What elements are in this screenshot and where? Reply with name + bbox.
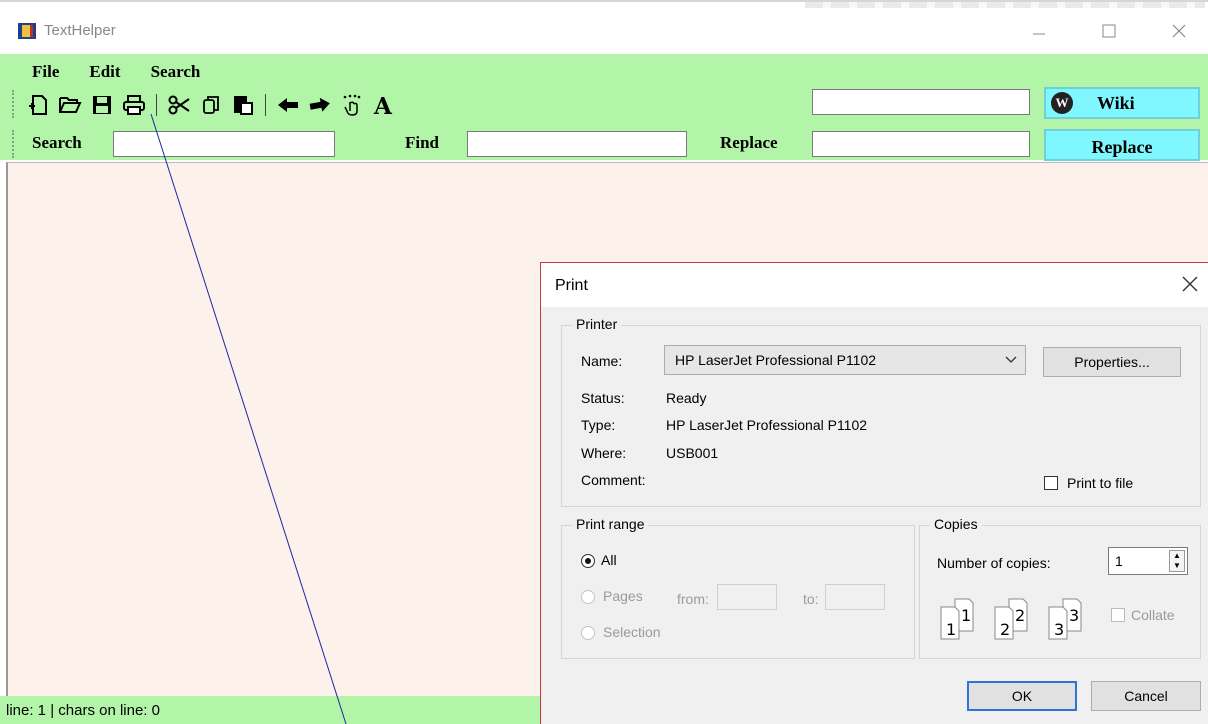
name-label: Name: — [581, 353, 623, 369]
dialog-titlebar: Print — [541, 263, 1208, 307]
close-icon — [1182, 276, 1198, 292]
paste-icon[interactable] — [231, 92, 255, 118]
app-icon — [18, 23, 36, 39]
replace-input[interactable] — [812, 131, 1030, 157]
dialog-title: Print — [555, 277, 588, 294]
where-label: Where: — [581, 445, 627, 461]
from-label: from: — [677, 591, 709, 607]
touch-icon[interactable] — [340, 92, 364, 118]
search-input[interactable] — [113, 131, 335, 157]
window-titlebar: TextHelper — [0, 8, 1208, 54]
range-pages-radio[interactable] — [581, 590, 595, 604]
wikipedia-icon: W — [1051, 92, 1073, 114]
replace-button[interactable]: Replace — [1044, 129, 1200, 161]
toolbar-separator — [156, 94, 157, 116]
searchbar-grip[interactable] — [12, 130, 17, 158]
icon-toolbar: A — [26, 90, 396, 120]
type-label: Type: — [581, 417, 616, 433]
range-all-label: All — [601, 552, 617, 568]
page-pair-3: 3 3 — [1048, 598, 1082, 640]
range-pages-label: Pages — [603, 588, 643, 604]
svg-text:2: 2 — [1015, 606, 1025, 625]
find-label: Find — [405, 133, 440, 152]
ok-button[interactable]: OK — [967, 681, 1077, 711]
redo-icon[interactable] — [308, 92, 332, 118]
menu-bar: File Edit Search — [32, 62, 200, 82]
page-pair-2: 2 2 — [994, 598, 1028, 640]
copies-stepper[interactable]: 1 ▲ ▼ — [1108, 547, 1188, 575]
copy-icon[interactable] — [199, 92, 223, 118]
print-to-file-checkbox[interactable] — [1044, 476, 1058, 490]
menu-file[interactable]: File — [32, 62, 59, 82]
menu-search[interactable]: Search — [151, 62, 201, 82]
printer-status-value: Ready — [666, 390, 707, 406]
menu-edit[interactable]: Edit — [89, 62, 120, 82]
svg-text:1: 1 — [961, 606, 971, 625]
svg-text:3: 3 — [1069, 606, 1079, 625]
printer-name-select[interactable]: HP LaserJet Professional P1102 — [664, 345, 1026, 375]
wiki-search-input[interactable] — [812, 89, 1030, 115]
print-range-title: Print range — [572, 516, 649, 532]
close-icon — [1172, 24, 1186, 38]
maximize-button[interactable] — [1086, 18, 1132, 44]
properties-button[interactable]: Properties... — [1043, 347, 1181, 377]
copies-label: Number of copies: — [937, 555, 1051, 571]
dialog-close-button[interactable] — [1181, 273, 1199, 299]
range-selection-label: Selection — [603, 624, 661, 640]
printer-type-value: HP LaserJet Professional P1102 — [666, 417, 868, 433]
range-all-radio[interactable] — [581, 554, 595, 568]
page-pair-1: 1 1 — [940, 598, 974, 640]
spin-arrows-icon[interactable]: ▲ ▼ — [1169, 550, 1185, 572]
svg-text:A: A — [373, 93, 393, 117]
copies-value: 1 — [1115, 553, 1123, 569]
wiki-button[interactable]: W Wiki — [1044, 87, 1200, 119]
svg-text:3: 3 — [1054, 620, 1064, 639]
svg-text:1: 1 — [946, 620, 956, 639]
print-dialog: Print Printer Name: HP LaserJet Professi… — [540, 262, 1208, 724]
collate-pages-icon: 1 1 2 2 3 3 — [940, 598, 1082, 640]
open-folder-icon[interactable] — [58, 92, 82, 118]
chevron-down-icon — [1005, 356, 1017, 363]
maximize-icon — [1102, 24, 1116, 38]
undo-icon[interactable] — [276, 92, 300, 118]
print-icon[interactable] — [122, 92, 146, 118]
search-row: Search Find Replace Replace — [0, 128, 1208, 161]
collate-checkbox[interactable] — [1111, 608, 1125, 622]
printer-name-value: HP LaserJet Professional P1102 — [675, 352, 877, 368]
status-label: Status: — [581, 390, 625, 406]
save-icon[interactable] — [90, 92, 114, 118]
cut-icon[interactable] — [167, 92, 191, 118]
minimize-button[interactable] — [1016, 18, 1062, 44]
wiki-button-label: Wiki — [1097, 92, 1135, 113]
svg-text:2: 2 — [1000, 620, 1010, 639]
toolbar-separator — [265, 94, 266, 116]
new-file-icon[interactable] — [26, 92, 50, 118]
find-input[interactable] — [467, 131, 687, 157]
window-title: TextHelper — [44, 22, 116, 39]
font-icon[interactable]: A — [372, 92, 396, 118]
comment-label: Comment: — [581, 472, 646, 488]
copies-group-title: Copies — [930, 516, 982, 532]
status-text: line: 1 | chars on line: 0 — [6, 702, 160, 719]
cancel-button[interactable]: Cancel — [1091, 681, 1201, 711]
print-to-file-label: Print to file — [1067, 475, 1134, 491]
toolbar-area: File Edit Search A W Wiki Search Find Re… — [0, 54, 1208, 161]
from-page-input[interactable] — [717, 584, 777, 610]
printer-where-value: USB001 — [666, 445, 719, 461]
minimize-icon — [1033, 33, 1045, 35]
search-label: Search — [32, 133, 82, 152]
replace-label: Replace — [720, 133, 778, 152]
toolbar-grip[interactable] — [12, 90, 17, 118]
range-selection-radio[interactable] — [581, 626, 595, 640]
close-window-button[interactable] — [1156, 18, 1202, 44]
collate-label: Collate — [1131, 607, 1175, 623]
to-page-input[interactable] — [825, 584, 885, 610]
printer-group-title: Printer — [572, 316, 622, 332]
to-label: to: — [803, 591, 819, 607]
